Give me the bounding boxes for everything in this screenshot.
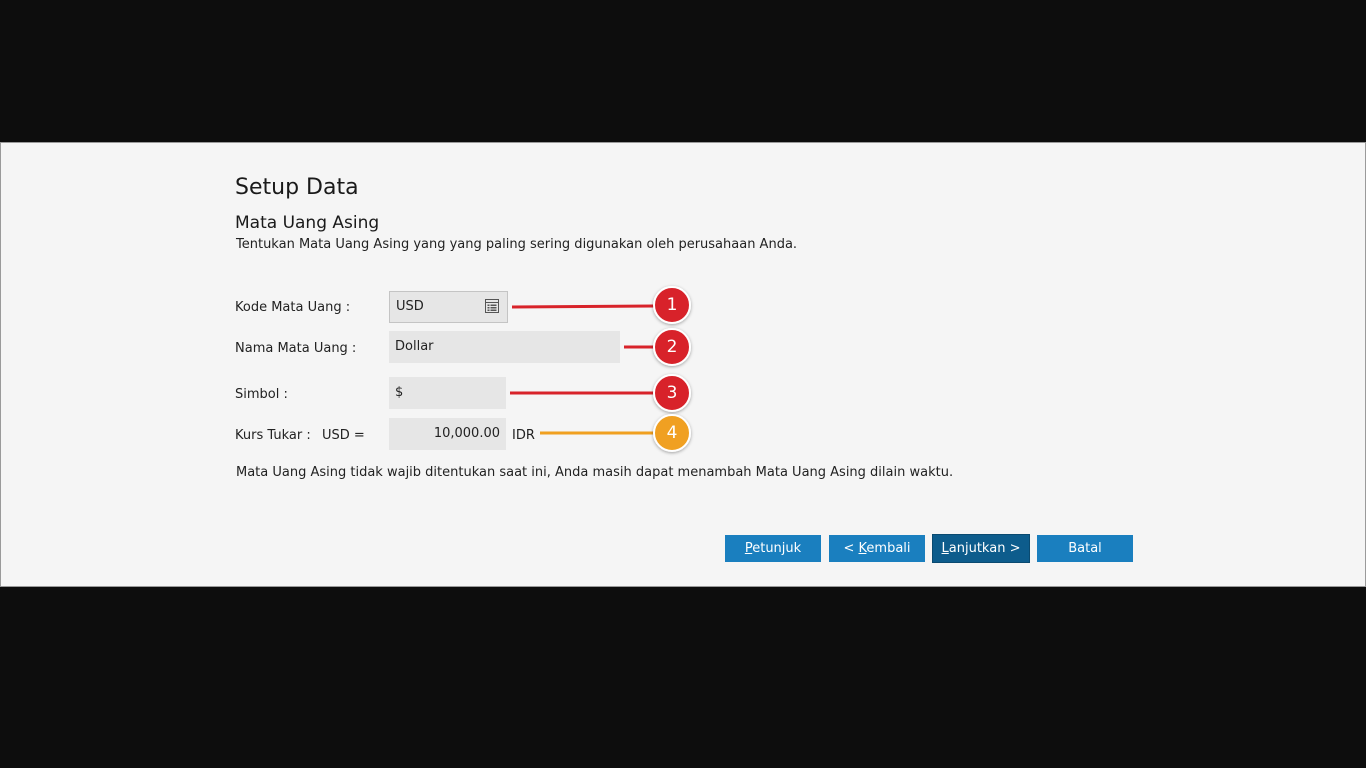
exchange-rate-unit: IDR <box>512 428 535 443</box>
page-title: Setup Data <box>235 175 359 200</box>
currency-code-value: USD <box>396 299 424 314</box>
back-button[interactable]: < Kembali <box>829 535 925 562</box>
currency-name-label: Nama Mata Uang : <box>235 341 357 356</box>
setup-dialog: Setup Data Mata Uang Asing Tentukan Mata… <box>0 142 1366 587</box>
exchange-rate-currency: USD = <box>322 428 365 443</box>
info-note: Mata Uang Asing tidak wajib ditentukan s… <box>236 465 954 480</box>
section-description: Tentukan Mata Uang Asing yang yang palin… <box>236 237 798 252</box>
exchange-rate-input[interactable]: 10,000.00 <box>389 418 506 450</box>
currency-code-field[interactable]: USD <box>389 291 508 323</box>
help-button[interactable]: Petunjuk <box>725 535 821 562</box>
currency-code-label: Kode Mata Uang : <box>235 300 351 315</box>
cancel-button[interactable]: Batal <box>1037 535 1133 562</box>
next-button[interactable]: Lanjutkan > <box>932 534 1030 563</box>
symbol-input[interactable]: $ <box>389 377 506 409</box>
symbol-label: Simbol : <box>235 387 288 402</box>
section-subtitle: Mata Uang Asing <box>235 213 380 233</box>
exchange-rate-label: Kurs Tukar : <box>235 428 311 443</box>
list-picker-icon[interactable] <box>485 299 499 313</box>
currency-name-input[interactable]: Dollar <box>389 331 620 363</box>
